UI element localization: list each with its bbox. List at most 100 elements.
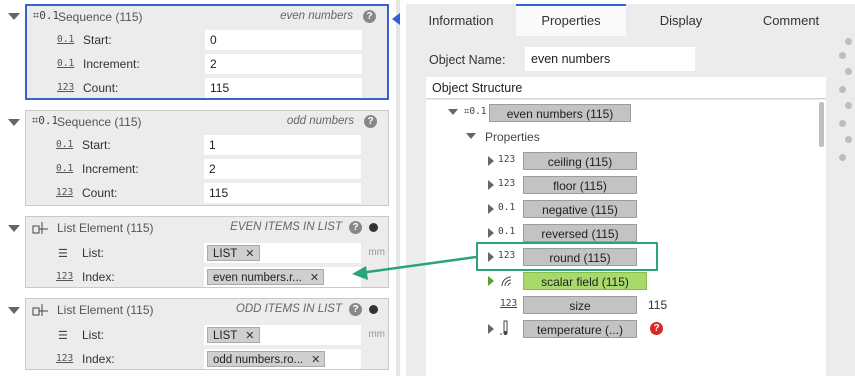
help-icon[interactable]: ?	[349, 303, 362, 316]
expand-arrow-icon[interactable]	[466, 133, 476, 139]
status-dot-icon	[369, 223, 378, 232]
node-header[interactable]: List Element (115) EVEN ITEMS IN LIST ?	[26, 217, 388, 239]
integer-type-icon: 123	[56, 353, 74, 364]
expand-arrow-icon[interactable]	[488, 180, 494, 190]
count-label: Count:	[82, 186, 118, 200]
index-chip[interactable]: odd numbers.ro... ✕	[207, 351, 326, 367]
increment-row: 0.1 Increment: 2	[26, 157, 388, 181]
index-label: Index:	[82, 352, 115, 366]
tab-information[interactable]: Information	[406, 4, 516, 36]
tree-item-label[interactable]: floor (115)	[523, 176, 637, 194]
thermometer-icon	[500, 320, 508, 335]
tree-item-label[interactable]: reversed (115)	[523, 224, 637, 242]
tree-item-label[interactable]: size	[523, 296, 637, 314]
node-card[interactable]: ⌗0.1 Sequence (115) odd numbers ? 0.1 St…	[25, 110, 389, 206]
help-icon[interactable]: ?	[349, 221, 362, 234]
node-card[interactable]: List Element (115) EVEN ITEMS IN LIST ? …	[25, 216, 389, 288]
list-element-node-odd[interactable]: List Element (115) ODD ITEMS IN LIST ? ☰…	[0, 298, 396, 374]
index-chip[interactable]: even numbers.r... ✕	[207, 269, 325, 285]
tab-properties[interactable]: Properties	[516, 4, 626, 36]
decimal-type-icon: 0.1	[56, 163, 74, 174]
panel-divider[interactable]	[396, 0, 400, 376]
expand-arrow-icon[interactable]	[448, 109, 458, 115]
status-dot-icon	[369, 305, 378, 314]
scalar-field-icon	[501, 276, 512, 287]
remove-icon[interactable]: ✕	[310, 272, 319, 284]
expand-arrow-icon[interactable]	[488, 324, 494, 334]
list-chip[interactable]: LIST ✕	[207, 327, 260, 343]
collapse-arrow-icon[interactable]	[8, 307, 20, 314]
increment-input[interactable]: 2	[205, 54, 362, 74]
tree-item-scalar-field[interactable]: scalar field (115)	[426, 270, 826, 292]
collapse-arrow-icon[interactable]	[8, 119, 20, 126]
start-input[interactable]: 1	[204, 135, 361, 155]
chip-label: LIST	[213, 330, 238, 342]
tree-item-negative[interactable]: 0.1 negative (115)	[426, 198, 826, 220]
list-element-icon	[32, 222, 48, 234]
integer-type-icon: 123	[500, 298, 518, 309]
sequence-icon: ⌗0.1	[33, 9, 60, 22]
index-input[interactable]: even numbers.r... ✕	[204, 267, 361, 287]
tree-item-size[interactable]: 123 size 115	[426, 294, 826, 316]
tree-item-ceiling[interactable]: 123 ceiling (115)	[426, 150, 826, 172]
node-title: Sequence (115)	[58, 10, 143, 24]
node-header[interactable]: List Element (115) ODD ITEMS IN LIST ?	[26, 299, 388, 321]
help-icon[interactable]: ?	[364, 115, 377, 128]
remove-icon[interactable]: ✕	[311, 354, 320, 366]
start-row: 0.1 Start: 0	[27, 28, 387, 52]
collapse-arrow-icon[interactable]	[8, 225, 20, 232]
tree-item-label[interactable]: scalar field (115)	[523, 272, 647, 290]
object-name-input[interactable]: even numbers	[525, 47, 695, 71]
tree-item-floor[interactable]: 123 floor (115)	[426, 174, 826, 196]
tree-properties[interactable]: Properties	[426, 126, 826, 148]
expand-arrow-icon[interactable]	[488, 228, 494, 238]
node-header[interactable]: ⌗0.1 Sequence (115) odd numbers ?	[26, 111, 388, 133]
tree-root[interactable]: ⌗0.1 even numbers (115)	[426, 102, 826, 124]
count-label: Count:	[83, 81, 119, 95]
list-input[interactable]: LIST ✕	[204, 243, 361, 263]
increment-row: 0.1 Increment: 2	[27, 52, 387, 76]
tree-root-label[interactable]: even numbers (115)	[489, 104, 631, 122]
sequence-icon: ⌗0.1	[464, 106, 487, 117]
resize-handle-dots-icon[interactable]	[836, 30, 855, 170]
tab-comment[interactable]: Comment	[736, 4, 846, 36]
integer-list-icon: 123	[498, 178, 516, 189]
node-card-selected[interactable]: ⌗0.1 Sequence (115) even numbers ? 0.1 S…	[25, 4, 389, 100]
list-label: List:	[82, 246, 105, 260]
tree-item-label[interactable]: temperature (...)	[523, 320, 637, 338]
sequence-node-odd[interactable]: ⌗0.1 Sequence (115) odd numbers ? 0.1 St…	[0, 110, 396, 210]
remove-icon[interactable]: ✕	[245, 330, 254, 342]
index-input[interactable]: odd numbers.ro... ✕	[204, 349, 361, 369]
list-element-node-even[interactable]: List Element (115) EVEN ITEMS IN LIST ? …	[0, 216, 396, 292]
sequence-icon: ⌗0.1	[32, 114, 59, 127]
help-icon[interactable]: ?	[363, 10, 376, 23]
highlight-box	[476, 242, 658, 271]
collapse-arrow-icon[interactable]	[8, 13, 20, 20]
list-input[interactable]: LIST ✕	[204, 325, 361, 345]
count-row: 123 Count: 115	[27, 76, 387, 100]
tree-item-label[interactable]: ceiling (115)	[523, 152, 637, 170]
count-input[interactable]: 115	[205, 78, 362, 98]
expand-arrow-icon[interactable]	[488, 156, 494, 166]
sequence-node-even[interactable]: ⌗0.1 Sequence (115) even numbers ? 0.1 S…	[0, 4, 396, 104]
app-window: ⌗0.1 Sequence (115) even numbers ? 0.1 S…	[0, 0, 855, 376]
remove-icon[interactable]: ✕	[245, 248, 254, 260]
node-editor-panel: ⌗0.1 Sequence (115) even numbers ? 0.1 S…	[0, 0, 400, 376]
count-input[interactable]: 115	[204, 183, 361, 203]
start-input[interactable]: 0	[205, 30, 362, 50]
list-chip[interactable]: LIST ✕	[207, 245, 260, 261]
tree-item-label[interactable]: negative (115)	[523, 200, 637, 218]
start-label: Start:	[83, 33, 112, 47]
expand-arrow-icon[interactable]	[488, 204, 494, 214]
warning-icon[interactable]: ?	[650, 322, 663, 335]
tab-display[interactable]: Display	[626, 4, 736, 36]
tree-item-temperature[interactable]: temperature (...) ?	[426, 318, 826, 340]
node-header[interactable]: ⌗0.1 Sequence (115) even numbers ?	[27, 6, 387, 28]
tree-scrollbar[interactable]	[819, 102, 824, 147]
increment-input[interactable]: 2	[204, 159, 361, 179]
tree-item-reversed[interactable]: 0.1 reversed (115)	[426, 222, 826, 244]
expand-arrow-icon[interactable]	[488, 276, 494, 286]
node-card[interactable]: List Element (115) ODD ITEMS IN LIST ? ☰…	[25, 298, 389, 370]
chip-label: odd numbers.ro...	[213, 354, 304, 366]
integer-type-icon: 123	[57, 82, 75, 93]
